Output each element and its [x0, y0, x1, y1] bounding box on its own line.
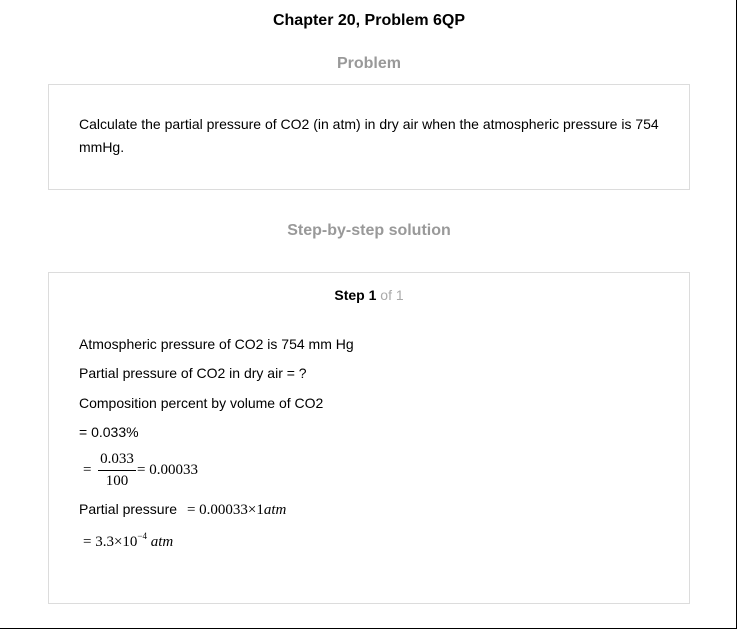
step-label: Step	[334, 287, 365, 303]
problem-text: Calculate the partial pressure of CO2 (i…	[79, 116, 659, 155]
chapter-title: Chapter 20, Problem 6QP	[272, 12, 466, 29]
partial-pressure-label: Partial pressure	[79, 501, 178, 517]
fraction-numerator: 0.033	[100, 451, 134, 467]
final-answer-value: = 3.3×10	[83, 534, 138, 550]
problem-box: Calculate the partial pressure of CO2 (i…	[48, 84, 690, 190]
step-header: Step 1 of 1	[49, 287, 689, 303]
solution-line-1: Atmospheric pressure of CO2 is 754 mm Hg	[79, 336, 354, 352]
partial-pressure-unit: atm	[263, 502, 287, 518]
solution-box: Step 1 of 1 Atmospheric pressure of CO2 …	[48, 272, 690, 604]
step-number: 1	[368, 287, 377, 303]
final-answer-unit: atm	[150, 534, 174, 550]
solution-heading: Step-by-step solution	[287, 222, 451, 239]
fraction-result: = 0.00033	[137, 462, 198, 478]
solution-line-4: = 0.033%	[79, 424, 139, 440]
final-answer: = 3.3×10−4 atm	[83, 531, 173, 551]
solution-line-3: Composition percent by volume of CO2	[79, 395, 324, 411]
step-total: of 1	[380, 287, 404, 303]
problem-heading: Problem	[336, 55, 401, 72]
partial-pressure-expr: = 0.00033×1atm	[187, 502, 286, 518]
partial-pressure-value: = 0.00033×1	[186, 502, 264, 518]
fraction-bar	[98, 470, 136, 471]
partial-pressure-line: Partial pressure = 0.00033×1atm	[79, 501, 286, 519]
final-answer-exponent: −4	[137, 531, 147, 541]
fraction-denominator: 100	[105, 473, 129, 489]
fraction-equals: =	[83, 462, 92, 478]
solution-line-2: Partial pressure of CO2 in dry air = ?	[79, 365, 307, 381]
